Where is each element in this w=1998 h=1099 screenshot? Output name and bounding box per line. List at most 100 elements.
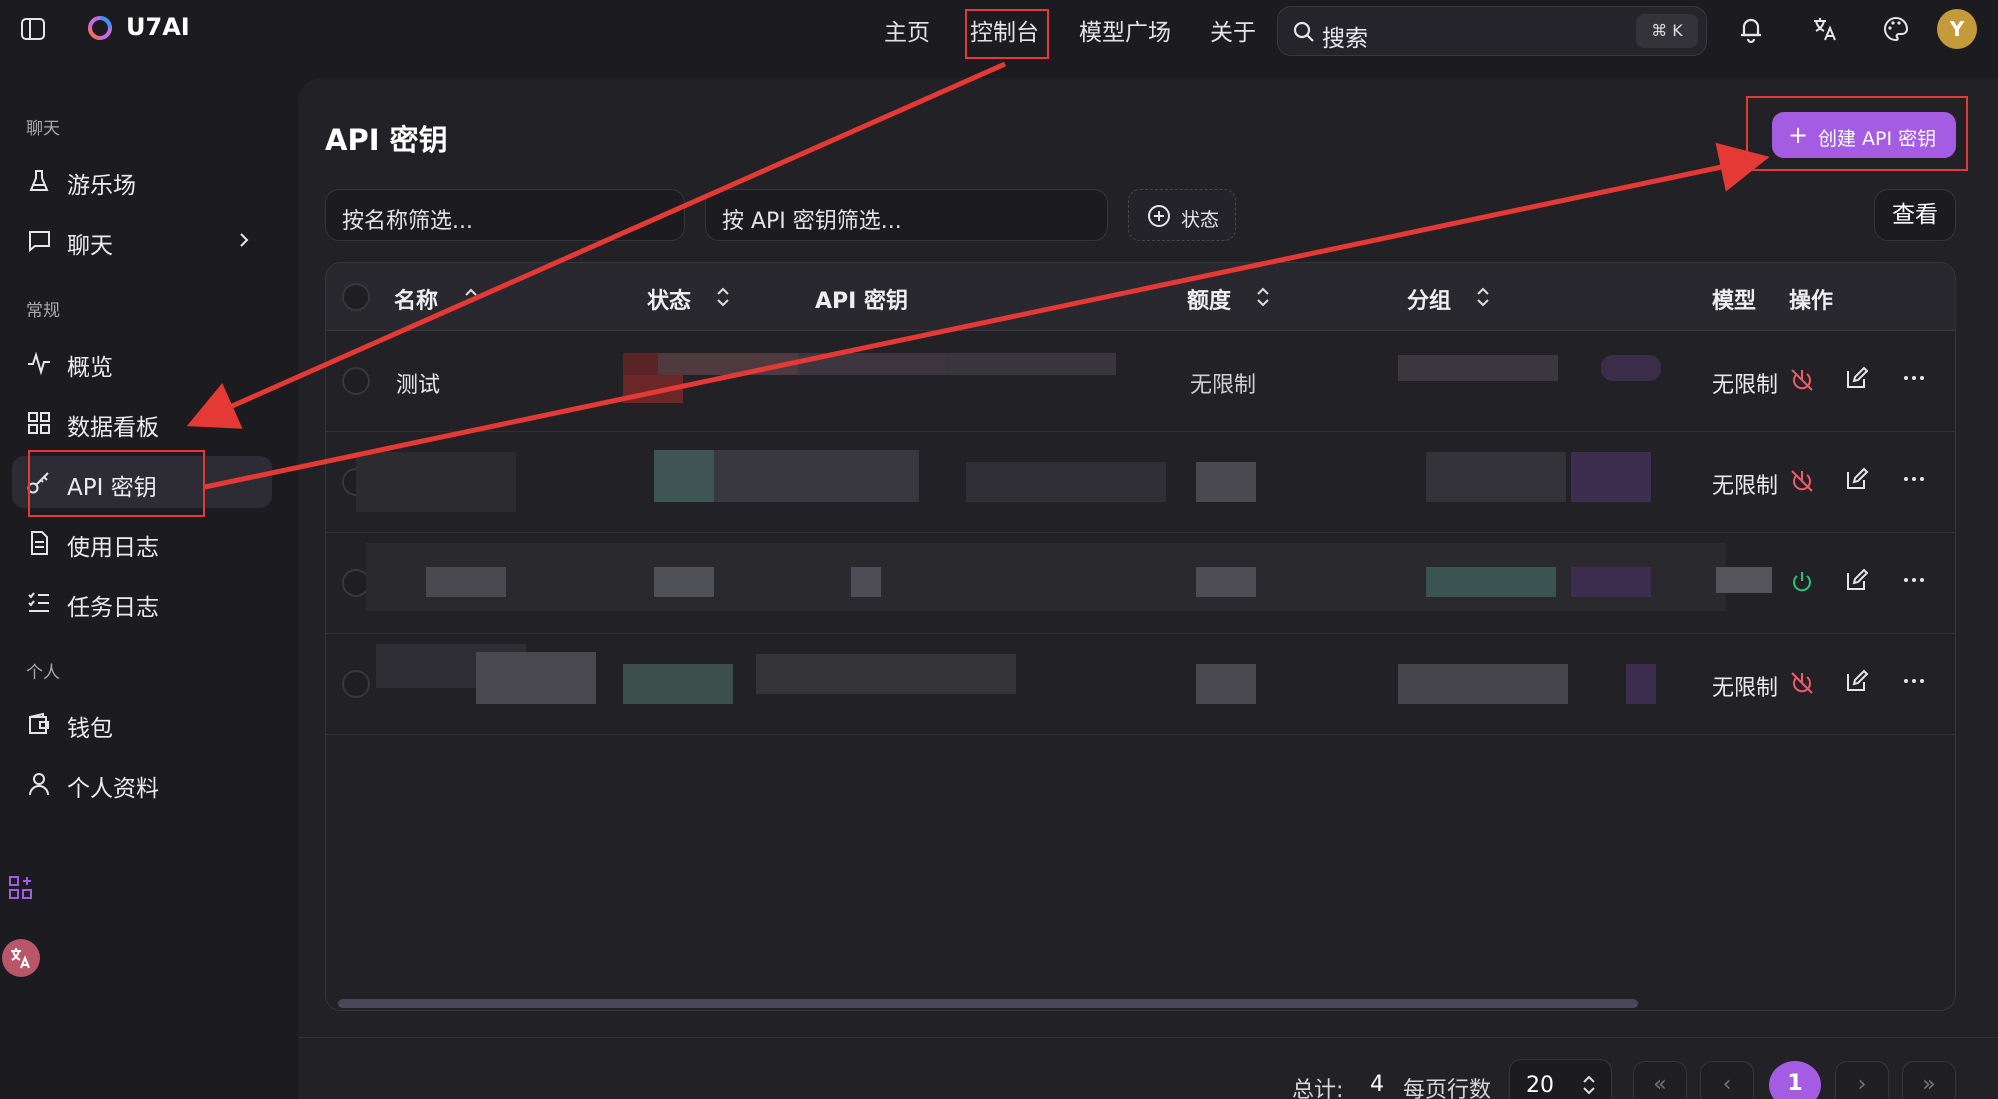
- more-icon[interactable]: [1901, 668, 1927, 694]
- redacted-block: [1571, 567, 1651, 597]
- row-checkbox[interactable]: [342, 670, 370, 698]
- filter-key-input[interactable]: 按 API 密钥筛选...: [705, 189, 1108, 241]
- redacted-block: [623, 664, 733, 704]
- redacted-block: [1426, 567, 1556, 597]
- user-icon: [29, 773, 49, 796]
- table-row[interactable]: 无限制: [326, 432, 1955, 533]
- redacted-block: [1716, 567, 1772, 593]
- total-count: 4: [1370, 1072, 1384, 1097]
- table-header: 名称 状态 API 密钥 额度 分组 模型 操作: [326, 263, 1955, 331]
- wallet-icon: [29, 712, 49, 734]
- file-icon: [31, 531, 48, 555]
- translate-float-button[interactable]: [2, 939, 40, 977]
- edit-icon[interactable]: [1844, 365, 1870, 391]
- row-name: 测试: [396, 373, 441, 398]
- translate-icon: [11, 948, 30, 969]
- nav-home[interactable]: 主页: [884, 13, 930, 47]
- column-header-quota[interactable]: 额度: [1187, 283, 1231, 315]
- translate-icon[interactable]: [1810, 14, 1840, 44]
- disable-power-icon[interactable]: [1789, 367, 1815, 393]
- redacted-block: [966, 462, 1166, 502]
- filter-name-input[interactable]: 按名称筛选...: [325, 189, 685, 241]
- table-row[interactable]: [326, 533, 1955, 634]
- annotation-box-api-keys: [28, 450, 205, 517]
- apps-add-icon[interactable]: [8, 875, 34, 901]
- column-header-status[interactable]: 状态: [647, 283, 691, 315]
- more-icon[interactable]: [1901, 365, 1927, 391]
- table-row[interactable]: 无限制: [326, 634, 1955, 735]
- redacted-block: [1196, 462, 1256, 502]
- status-filter-label: 状态: [1181, 209, 1220, 231]
- edit-icon[interactable]: [1844, 466, 1870, 492]
- redacted-block: [851, 567, 881, 597]
- chevron-right-icon: [240, 233, 249, 247]
- sidebar-item-label: 数据看板: [67, 415, 159, 441]
- next-page-button[interactable]: ›: [1835, 1061, 1889, 1099]
- redacted-block: [1571, 452, 1651, 502]
- per-page-label: 每页行数: [1403, 1078, 1492, 1099]
- redacted-block: [476, 652, 596, 704]
- more-icon[interactable]: [1901, 567, 1927, 593]
- sidebar-item-overview[interactable]: 概览: [12, 336, 272, 388]
- sidebar-item-label: 概览: [67, 355, 113, 381]
- select-all-checkbox[interactable]: [342, 283, 370, 311]
- redacted-block: [658, 353, 798, 375]
- sidebar-toggle-icon[interactable]: [20, 17, 46, 41]
- last-page-button[interactable]: »: [1902, 1061, 1956, 1099]
- horizontal-scrollbar[interactable]: [338, 999, 1638, 1008]
- brand-name: U7AI: [126, 13, 190, 41]
- sidebar-item-label: 个人资料: [67, 776, 159, 802]
- prev-page-button[interactable]: ‹: [1700, 1061, 1754, 1099]
- dashboard-icon: [28, 412, 50, 434]
- sidebar-item-wallet[interactable]: 钱包: [12, 697, 272, 749]
- sort-icon[interactable]: [1475, 285, 1491, 309]
- page-title: API 密钥: [325, 123, 448, 157]
- column-header-group[interactable]: 分组: [1407, 283, 1451, 315]
- total-label: 总计:: [1292, 1078, 1344, 1099]
- user-avatar[interactable]: Y: [1937, 9, 1977, 49]
- palette-icon[interactable]: [1881, 14, 1911, 44]
- sidebar-item-label: 使用日志: [67, 535, 159, 561]
- sidebar-item-profile[interactable]: 个人资料: [12, 757, 272, 809]
- search-input[interactable]: 搜索 ⌘ K: [1277, 6, 1707, 56]
- status-filter-chip[interactable]: 状态: [1128, 189, 1236, 241]
- row-checkbox[interactable]: [342, 367, 370, 395]
- sidebar-item-chat[interactable]: 聊天: [12, 214, 272, 266]
- sidebar-item-label: 任务日志: [67, 595, 159, 621]
- sidebar-item-usage-logs[interactable]: 使用日志: [12, 516, 272, 568]
- sort-icon[interactable]: [715, 285, 731, 309]
- more-icon[interactable]: [1901, 466, 1927, 492]
- sidebar-item-playground[interactable]: 游乐场: [12, 154, 272, 206]
- enable-power-icon[interactable]: [1789, 569, 1815, 595]
- nav-model-plaza[interactable]: 模型广场: [1079, 13, 1171, 47]
- nav-about[interactable]: 关于: [1210, 13, 1256, 47]
- divider: [298, 1037, 1998, 1038]
- redacted-block: [654, 567, 714, 597]
- bell-icon[interactable]: [1736, 14, 1766, 44]
- redacted-block: [714, 450, 919, 502]
- filter-name-placeholder: 按名称筛选...: [342, 209, 473, 234]
- disable-power-icon[interactable]: [1789, 670, 1815, 696]
- table-row[interactable]: 测试 无限制 无限制: [326, 331, 1955, 432]
- column-header-api-key: API 密钥: [815, 289, 908, 314]
- sidebar-item-label: 钱包: [67, 716, 113, 742]
- first-page-button[interactable]: «: [1633, 1061, 1687, 1099]
- sort-icon[interactable]: [463, 285, 479, 309]
- row-model: 无限制: [1712, 373, 1778, 398]
- sort-icon[interactable]: [1255, 285, 1271, 309]
- section-label-personal: 个人: [26, 663, 60, 683]
- row-quota: 无限制: [1190, 373, 1257, 398]
- redacted-block: [623, 375, 683, 403]
- edit-icon[interactable]: [1844, 567, 1870, 593]
- edit-icon[interactable]: [1844, 668, 1870, 694]
- redacted-block: [654, 450, 714, 502]
- search-placeholder: 搜索: [1322, 26, 1368, 52]
- redacted-block: [1398, 355, 1558, 381]
- sidebar-item-dashboard[interactable]: 数据看板: [12, 396, 272, 448]
- disable-power-icon[interactable]: [1789, 468, 1815, 494]
- column-header-name[interactable]: 名称: [394, 283, 438, 315]
- redacted-block: [1398, 664, 1568, 704]
- per-page-select[interactable]: 20: [1509, 1059, 1612, 1099]
- view-button[interactable]: 查看: [1874, 189, 1956, 241]
- sidebar-item-task-logs[interactable]: 任务日志: [12, 576, 272, 628]
